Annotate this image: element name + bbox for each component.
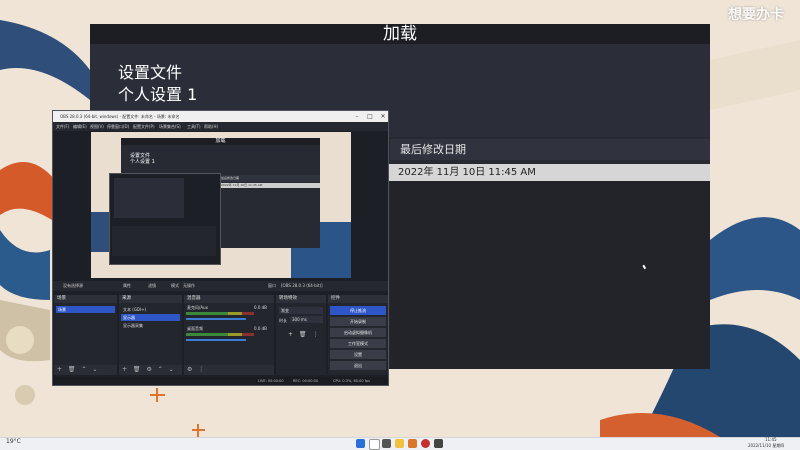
dialog-title: 加载 xyxy=(383,24,417,44)
transition-type-select[interactable]: 渐变 xyxy=(279,307,323,314)
rec-status: REC: 00:00:00 xyxy=(293,379,319,383)
filters-button[interactable]: 滤镜 xyxy=(148,281,156,291)
maximize-icon[interactable]: □ xyxy=(364,111,376,122)
volume-slider[interactable] xyxy=(186,339,246,341)
volume-slider[interactable] xyxy=(186,318,246,320)
mixer-channel-db: 0.0 dB xyxy=(254,326,267,331)
stop-streaming-button[interactable]: 停止推流 xyxy=(330,306,386,315)
sources-dock-title: 来源 xyxy=(119,295,182,303)
menu-help[interactable]: 帮助(H) xyxy=(204,122,218,131)
preview-last-modified: 最后修改日期 xyxy=(218,175,320,182)
menu-file[interactable]: 文件(F) xyxy=(56,122,69,131)
preview-dialog: 加载 设置文件 个人设置 1 最后修改日期 2022年 11月 10日 11:4… xyxy=(109,138,320,265)
search-icon[interactable] xyxy=(369,439,380,450)
sources-dock: 来源 文本 (GDI+) 显示器 显示器采集 + 🗑 ⚙ ⌃ ⌄ xyxy=(119,295,182,375)
obs-app-icon[interactable] xyxy=(421,439,430,448)
watermark-logo: 想要办卡 xyxy=(728,7,784,23)
minimize-icon[interactable]: – xyxy=(351,111,363,122)
audio-mixer-dock-title: 混音器 xyxy=(184,295,274,303)
last-modified-header-label: 最后修改日期 xyxy=(400,143,466,156)
window-title: OBS 28.0.3 (64-bit, windows) - 配置文件: 未命名… xyxy=(60,114,180,119)
preview-canvas[interactable]: 加载 设置文件 个人设置 1 最后修改日期 2022年 11月 10日 11:4… xyxy=(91,132,351,278)
live-status: LIVE: 00:00:00 xyxy=(258,379,284,383)
mixer-channel-db: 0.0 dB xyxy=(254,305,267,310)
mixer-channel-name: 麦克风/Aux xyxy=(187,305,208,310)
menu-profile[interactable]: 配置文件(P) xyxy=(133,122,155,131)
menu-docks[interactable]: 停靠窗口(D) xyxy=(107,122,129,131)
preview-nested-obs xyxy=(109,173,221,265)
menu-tools[interactable]: 工具(T) xyxy=(187,122,201,131)
exit-button[interactable]: 退出 xyxy=(330,361,386,370)
duration-input[interactable]: 300 ms xyxy=(290,316,323,323)
preview-dialog-title: 加载 xyxy=(121,138,320,145)
obs-window: OBS 28.0.3 (64-bit, windows) - 配置文件: 未命名… xyxy=(52,110,389,386)
source-list-item[interactable]: 显示器 xyxy=(121,314,180,321)
settings-button[interactable]: 设置 xyxy=(330,350,386,359)
start-recording-button[interactable]: 开始录制 xyxy=(330,317,386,326)
app-icon[interactable] xyxy=(434,439,443,448)
menu-edit[interactable]: 编辑(E) xyxy=(73,122,87,131)
profile-name: 个人设置 1 xyxy=(118,85,198,104)
scenes-dock-title: 场景 xyxy=(54,295,117,303)
window-title-bar: OBS 28.0.3 (64-bit, windows) - 配置文件: 未命名… xyxy=(53,111,388,122)
scenes-dock: 场景 场景 + 🗑 ⌃ ⌄ xyxy=(54,295,117,375)
properties-button[interactable]: 属性 xyxy=(123,281,131,291)
nested-docks xyxy=(112,226,216,256)
transition-toolbar[interactable]: + 🗑 ⋮ xyxy=(288,331,320,338)
window-select[interactable]: [OBS 28.0.3 (64-bit)] xyxy=(281,281,323,291)
clock-time[interactable]: 11:45 xyxy=(765,437,777,442)
app-icon[interactable] xyxy=(408,439,417,448)
task-view-icon[interactable] xyxy=(382,439,391,448)
window-label: 窗口 xyxy=(268,283,276,288)
dialog-title-bar: 加载 xyxy=(90,24,710,44)
mixer-dock-toolbar[interactable]: ⚙ ⋮ xyxy=(184,365,274,375)
menu-scene-collection[interactable]: 场景集合(S) xyxy=(159,122,181,131)
close-icon[interactable]: ✕ xyxy=(377,111,388,122)
profile-list-area[interactable] xyxy=(390,181,710,369)
clock-date[interactable]: 2022/11/10 星期四 xyxy=(748,443,784,449)
last-modified-value: 2022年 11月 10日 11:45 AM xyxy=(398,167,536,178)
scene-transitions-dock: 转场特效 渐变 时长 300 ms + 🗑 ⋮ xyxy=(276,295,326,375)
scenes-dock-toolbar[interactable]: + 🗑 ⌃ ⌄ xyxy=(54,365,117,375)
audio-level-meter xyxy=(186,333,254,336)
profile-label: 设置文件 xyxy=(118,63,183,82)
source-list-item[interactable]: 文本 (GDI+) xyxy=(121,306,180,313)
cpu-status: CPU: 0.3%, 60.00 fps xyxy=(333,379,370,383)
transitions-dock-title: 转场特效 xyxy=(276,295,326,303)
audio-level-meter xyxy=(186,312,254,315)
preview-date: 2022年 11月 10日 11:45 AM xyxy=(218,183,320,188)
no-source-label: 没有选择源 xyxy=(63,283,83,288)
duration-label: 时长 xyxy=(279,318,287,323)
controls-dock-title: 控件 xyxy=(328,295,388,303)
mouse-cursor-icon xyxy=(642,262,650,270)
mode-select[interactable]: 无操作 xyxy=(183,281,195,291)
studio-mode-button[interactable]: 工作室模式 xyxy=(330,339,386,348)
scene-list-item[interactable]: 场景 xyxy=(56,306,115,313)
source-list-item[interactable]: 显示器采集 xyxy=(121,322,180,329)
start-virtual-camera-button[interactable]: 启动虚拟摄像机 xyxy=(330,328,386,337)
preview-profile-name: 个人设置 1 xyxy=(130,159,155,165)
start-menu-icon[interactable] xyxy=(356,439,365,448)
weather-widget[interactable]: 19°C xyxy=(6,438,21,445)
mode-label: 模式 xyxy=(171,283,179,288)
mixer-channel-name: 桌面音频 xyxy=(187,326,203,331)
profile-list-row[interactable]: 2022年 11月 10日 11:45 AM xyxy=(388,164,710,181)
nested-preview xyxy=(114,178,184,218)
controls-dock: 控件 停止推流 开始录制 启动虚拟摄像机 工作室模式 设置 退出 xyxy=(328,295,388,375)
source-toolbar xyxy=(53,281,388,291)
sources-dock-toolbar[interactable]: + 🗑 ⚙ ⌃ ⌄ xyxy=(119,365,182,375)
last-modified-header: 最后修改日期 xyxy=(390,139,710,160)
audio-mixer-dock: 混音器 麦克风/Aux 0.0 dB 桌面音频 0.0 dB ⚙ ⋮ xyxy=(184,295,274,375)
menu-view[interactable]: 视图(V) xyxy=(90,122,104,131)
file-explorer-icon[interactable] xyxy=(395,439,404,448)
